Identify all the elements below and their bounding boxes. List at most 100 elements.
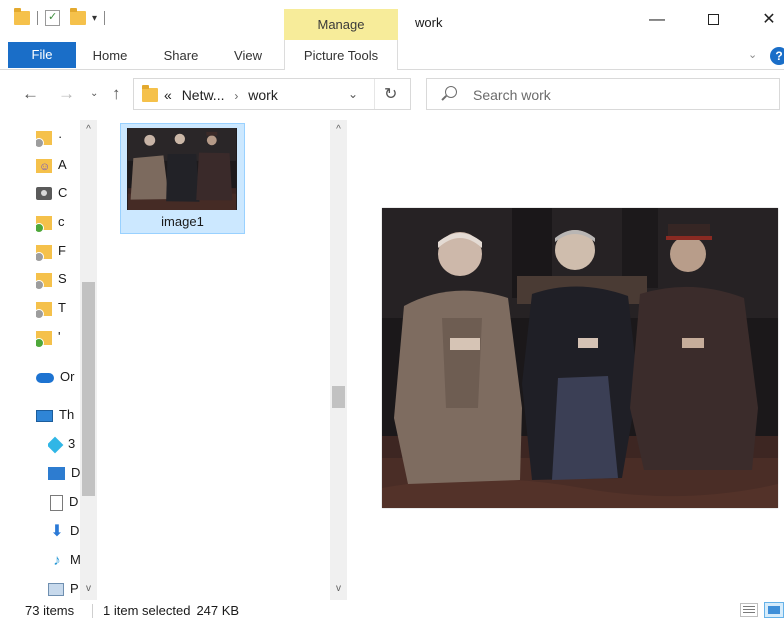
nav-pane-scrollbar[interactable]: ^ v — [80, 120, 97, 600]
new-folder-icon[interactable] — [70, 8, 86, 25]
address-bar[interactable]: « Netw... › work ⌄ ↻ — [133, 78, 411, 110]
selection-info: 1 item selected 247 KB — [103, 603, 239, 618]
nav-item-label: c — [58, 214, 65, 229]
item-count: 73 items — [25, 603, 75, 618]
nav-item-quick-access-7[interactable]: T — [36, 297, 80, 319]
maximize-button[interactable] — [690, 6, 736, 34]
nav-item-quick-access-1[interactable]: · — [36, 126, 80, 148]
folder-icon — [36, 244, 52, 262]
toolbar-divider — [104, 11, 106, 25]
refresh-icon[interactable]: ↻ — [384, 84, 397, 104]
nav-item-label: F — [58, 243, 66, 258]
navigation-pane: · A C c F S T ' Or Th 3 D D ⬇D ♪M P ^ v — [0, 120, 100, 600]
tab-home[interactable]: Home — [82, 40, 138, 70]
folder-icon — [36, 272, 52, 290]
address-divider — [374, 79, 375, 109]
search-box[interactable] — [426, 78, 780, 110]
nav-item-quick-access-2[interactable]: A — [36, 154, 80, 176]
scroll-up-icon[interactable]: ^ — [330, 124, 347, 135]
maximize-icon — [707, 14, 719, 26]
folder-icon — [36, 330, 52, 348]
recent-locations-button[interactable]: ⌄ — [90, 88, 98, 99]
tab-view[interactable]: View — [222, 40, 274, 70]
nav-item-music[interactable]: ♪ M — [50, 549, 80, 571]
search-input[interactable] — [473, 85, 763, 105]
selection-count: 1 item selected — [103, 603, 191, 618]
breadcrumb-work[interactable]: work — [248, 87, 278, 103]
people-folder-icon — [36, 156, 52, 176]
scroll-up-icon[interactable]: ^ — [80, 124, 97, 135]
nav-item-label: A — [58, 157, 67, 172]
status-divider — [92, 604, 93, 618]
minimize-button[interactable]: — — [634, 6, 680, 34]
breadcrumb-separator-icon[interactable]: › — [234, 89, 238, 103]
tab-picture-tools[interactable]: Picture Tools — [284, 40, 398, 70]
breadcrumb: « Netw... › work — [164, 87, 278, 103]
search-icon — [445, 86, 457, 98]
file-name-label: image1 — [161, 214, 204, 229]
manage-contextual-group[interactable]: Manage — [284, 9, 398, 40]
large-icons-view-icon[interactable] — [764, 602, 784, 618]
scrollbar-thumb[interactable] — [332, 386, 345, 408]
nav-item-label: 3 — [68, 436, 76, 451]
nav-item-desktop[interactable]: D — [48, 462, 80, 484]
expand-ribbon-icon[interactable]: ⌄ — [748, 48, 757, 61]
forward-button[interactable]: → — [58, 84, 75, 104]
nav-item-quick-access-8[interactable]: ' — [36, 326, 80, 348]
nav-item-label: · — [58, 129, 63, 144]
nav-item-quick-access-4[interactable]: c — [36, 211, 80, 233]
properties-icon[interactable] — [45, 10, 60, 26]
toolbar-divider — [37, 11, 38, 25]
nav-item-3d-objects[interactable]: 3 — [48, 433, 80, 455]
file-item-image1[interactable]: image1 — [120, 123, 245, 234]
scroll-down-icon[interactable]: v — [80, 583, 97, 594]
scrollbar-thumb[interactable] — [82, 282, 95, 496]
details-view-icon[interactable] — [740, 603, 758, 617]
ribbon-tabs: File Home Share View Picture Tools ⌄ ? — [0, 40, 784, 70]
tab-share[interactable]: Share — [152, 40, 210, 70]
customize-toolbar-dropdown-icon[interactable]: ▾ — [92, 13, 97, 24]
folder-icon — [36, 130, 52, 148]
this-pc-icon — [36, 409, 53, 422]
nav-item-label: S — [58, 271, 67, 286]
title-bar: ▾ Manage work — ✕ — [0, 0, 784, 40]
downloads-icon: ⬇ — [50, 522, 64, 540]
scroll-down-icon[interactable]: v — [330, 583, 347, 594]
file-list-scrollbar[interactable]: ^ v — [330, 120, 347, 600]
photo-thumbnail-graphic — [127, 128, 237, 210]
address-dropdown-icon[interactable]: ⌄ — [348, 87, 358, 101]
folder-icon — [36, 215, 52, 233]
folder-icon — [14, 8, 30, 25]
image-thumbnail — [127, 128, 237, 210]
3d-objects-icon — [48, 436, 64, 453]
status-bar: 73 items 1 item selected 247 KB — [0, 600, 784, 620]
nav-item-label: C — [58, 185, 68, 200]
breadcrumb-network[interactable]: Netw... — [182, 87, 225, 103]
desktop-icon — [48, 467, 65, 481]
tab-file[interactable]: File — [8, 42, 76, 68]
nav-item-downloads[interactable]: ⬇ D — [50, 520, 80, 542]
selection-size: 247 KB — [196, 603, 240, 618]
folder-icon — [36, 301, 52, 319]
nav-item-quick-access-6[interactable]: S — [36, 268, 80, 290]
nav-item-documents[interactable]: D — [50, 491, 80, 513]
preview-pane — [352, 120, 784, 600]
file-list: image1 ^ v — [100, 120, 352, 600]
music-icon: ♪ — [53, 551, 61, 569]
nav-item-quick-access-5[interactable]: F — [36, 240, 80, 262]
close-button[interactable]: ✕ — [746, 6, 784, 34]
onedrive-cloud-icon — [36, 372, 54, 383]
back-button[interactable]: ← — [22, 84, 39, 104]
nav-item-label: T — [58, 300, 66, 315]
nav-item-quick-access-3[interactable]: C — [36, 182, 80, 204]
quick-access-toolbar: ▾ — [14, 8, 108, 26]
nav-item-label: D — [69, 494, 79, 509]
window-title: work — [415, 15, 443, 30]
nav-item-onedrive[interactable]: Or — [36, 366, 80, 388]
help-icon[interactable]: ? — [770, 47, 784, 65]
nav-item-pictures[interactable]: P — [48, 578, 80, 600]
navigation-bar: ← → ⌄ ↑ « Netw... › work ⌄ ↻ — [0, 70, 784, 120]
nav-item-this-pc[interactable]: Th — [36, 404, 80, 426]
breadcrumb-overflow[interactable]: « — [164, 87, 172, 103]
up-button[interactable]: ↑ — [112, 84, 121, 104]
